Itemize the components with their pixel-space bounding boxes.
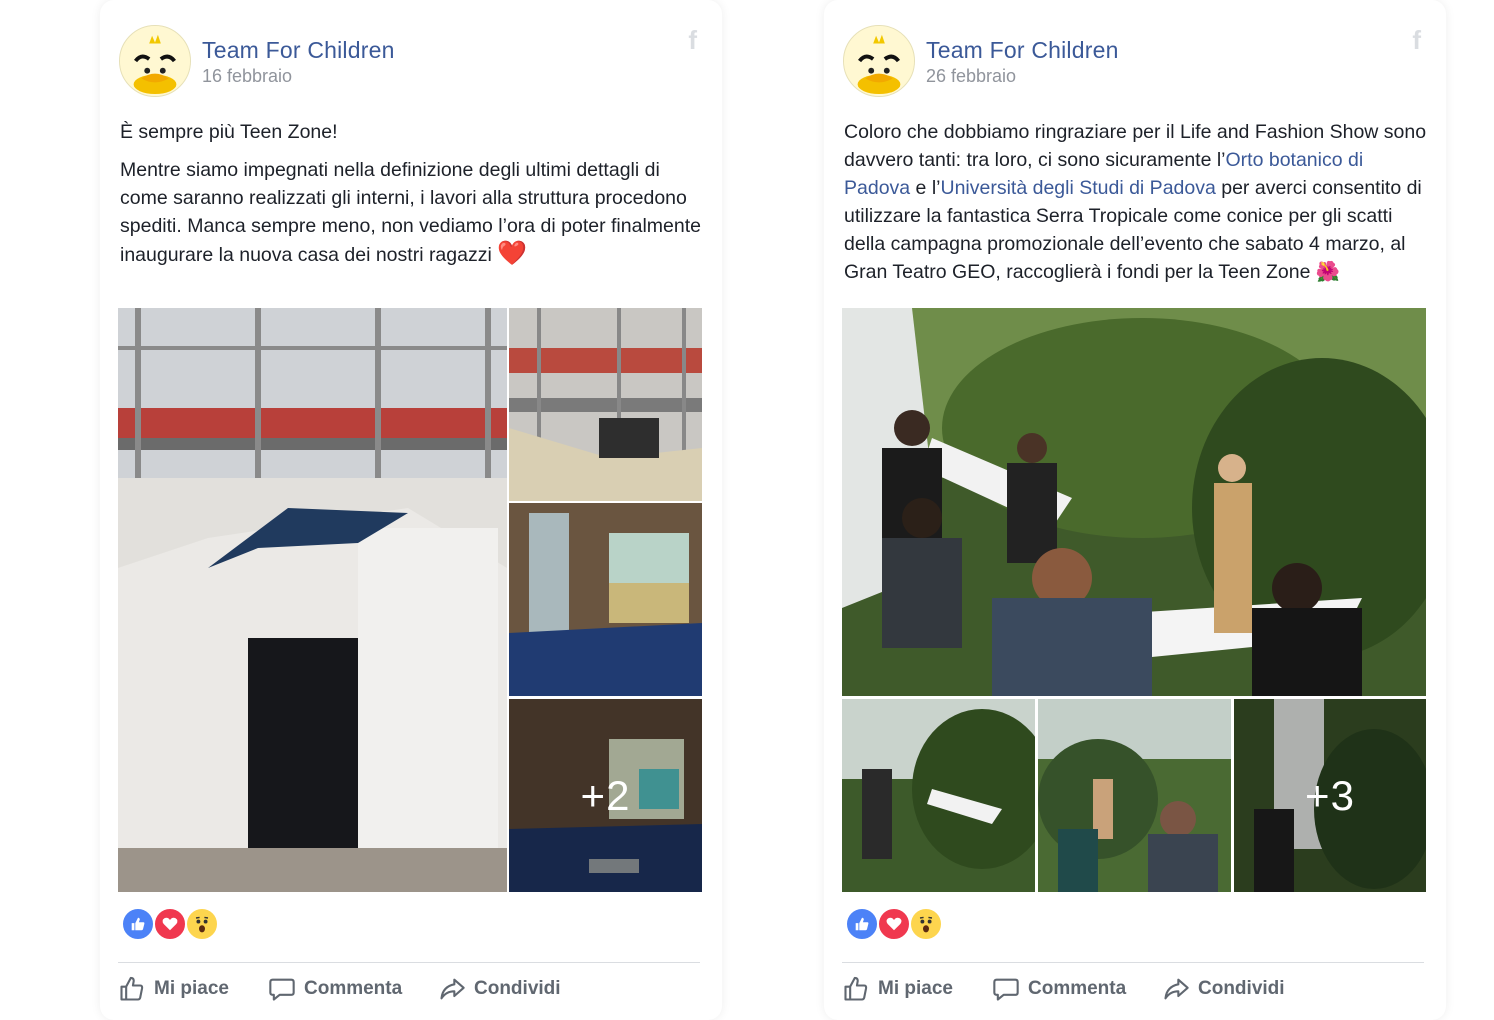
- like-reaction-icon: [845, 907, 879, 941]
- love-reaction-icon: [153, 907, 187, 941]
- facebook-icon[interactable]: f: [1412, 25, 1421, 56]
- photo-grid: +2: [118, 308, 702, 892]
- duck-logo-icon[interactable]: [119, 25, 191, 97]
- love-reaction-icon: [877, 907, 911, 941]
- post-date[interactable]: 26 febbraio: [926, 66, 1016, 87]
- post-text: Coloro che dobbiamo ringraziare per il L…: [844, 118, 1428, 296]
- heart-emoji: ❤️: [497, 240, 528, 267]
- photo-photoshoot-main[interactable]: [842, 308, 1426, 696]
- post-body: Mentre siamo impegnati nella definizione…: [120, 159, 701, 266]
- like-label: Mi piace: [154, 978, 229, 999]
- comment-label: Commenta: [1028, 978, 1127, 999]
- share-icon: [1164, 978, 1189, 1000]
- photo-greenhouse-2[interactable]: [1038, 699, 1231, 892]
- comment-label: Commenta: [304, 978, 403, 999]
- comment-button[interactable]: Commenta: [268, 975, 402, 1003]
- photo-grid: +3: [842, 308, 1426, 892]
- share-button[interactable]: Condividi: [438, 975, 561, 1003]
- more-photos-count[interactable]: +3: [1234, 699, 1426, 892]
- post-title: È sempre più Teen Zone!: [120, 121, 338, 143]
- post-header: Team For Children 26 febbraio f: [843, 25, 1427, 97]
- wow-reaction-icon: [185, 907, 219, 941]
- photo-greenhouse-1[interactable]: [842, 699, 1035, 892]
- page-name-link[interactable]: Team For Children: [202, 37, 395, 64]
- comment-icon: [269, 978, 295, 1001]
- photo-interior-more[interactable]: +2: [509, 699, 702, 892]
- post-body-part: e l’: [910, 177, 941, 199]
- post-header: Team For Children 16 febbraio f: [119, 25, 703, 97]
- like-button[interactable]: Mi piace: [118, 975, 229, 1003]
- share-button[interactable]: Condividi: [1162, 975, 1285, 1003]
- comment-button[interactable]: Commenta: [992, 975, 1126, 1003]
- share-icon: [440, 978, 465, 1000]
- link-universita-padova[interactable]: Università degli Studi di Padova: [941, 177, 1216, 199]
- photo-construction-main[interactable]: [118, 308, 507, 892]
- post-card: Team For Children 16 febbraio f È sempre…: [100, 0, 722, 1020]
- thumbs-up-icon: [844, 976, 868, 1001]
- actions-divider: [118, 962, 700, 963]
- post-actions: Mi piace Commenta Condividi: [842, 975, 1424, 1005]
- photo-scaffolding[interactable]: [509, 308, 702, 501]
- actions-divider: [842, 962, 1424, 963]
- reaction-summary[interactable]: [121, 907, 231, 941]
- duck-logo-icon[interactable]: [843, 25, 915, 97]
- thumbs-up-icon: [120, 976, 144, 1001]
- post-date[interactable]: 16 febbraio: [202, 66, 292, 87]
- post-card: Team For Children 26 febbraio f Coloro c…: [824, 0, 1446, 1020]
- hibiscus-emoji: 🌺: [1315, 261, 1341, 283]
- post-text: È sempre più Teen Zone! Mentre siamo imp…: [120, 118, 704, 279]
- post-actions: Mi piace Commenta Condividi: [118, 975, 700, 1005]
- more-photos-count[interactable]: +2: [509, 699, 702, 892]
- photo-window-room[interactable]: [509, 503, 702, 696]
- share-label: Condividi: [1198, 978, 1285, 999]
- reaction-summary[interactable]: [845, 907, 955, 941]
- page-name-link[interactable]: Team For Children: [926, 37, 1119, 64]
- like-label: Mi piace: [878, 978, 953, 999]
- like-reaction-icon: [121, 907, 155, 941]
- share-label: Condividi: [474, 978, 561, 999]
- like-button[interactable]: Mi piace: [842, 975, 953, 1003]
- wow-reaction-icon: [909, 907, 943, 941]
- comment-icon: [993, 978, 1019, 1001]
- facebook-icon[interactable]: f: [688, 25, 697, 56]
- photo-greenhouse-more[interactable]: +3: [1234, 699, 1426, 892]
